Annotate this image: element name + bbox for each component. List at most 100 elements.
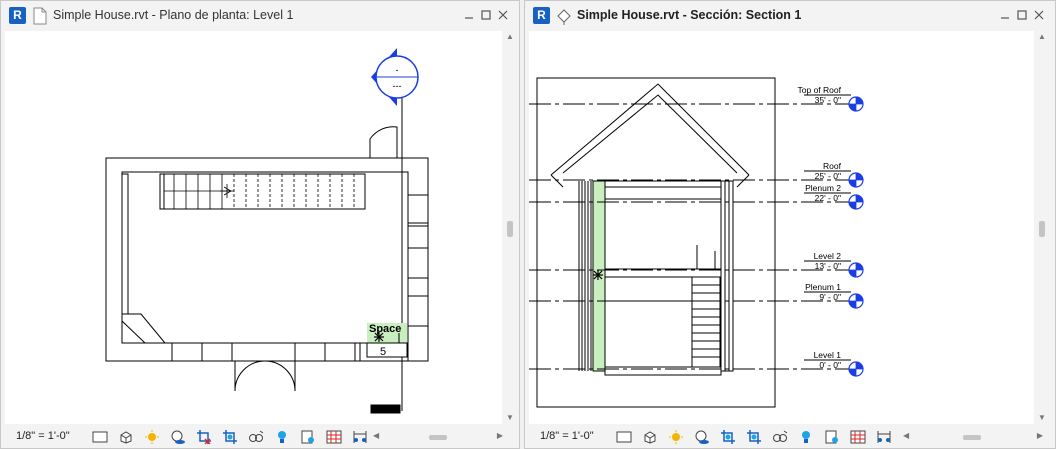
minimize-button[interactable] <box>996 7 1013 23</box>
show-crop-icon[interactable] <box>741 429 767 445</box>
section-view-icon <box>557 9 571 25</box>
section-drawing[interactable]: Top of Roof35' - 0" Roof25' - 0" Plenum 22… <box>529 31 1034 424</box>
crop-view-icon[interactable] <box>191 429 217 445</box>
scroll-right-icon[interactable]: ▶ <box>1037 431 1043 440</box>
level-elevation: 0' - 0" <box>819 360 841 370</box>
level-name: Level 2 <box>814 251 842 261</box>
level-head-quadrant <box>856 362 863 369</box>
level-head-quadrant <box>856 263 863 270</box>
window-title: Simple House.rvt - Plano de planta: Leve… <box>53 8 294 22</box>
close-button[interactable] <box>494 7 511 23</box>
sun-path-icon[interactable] <box>139 429 165 445</box>
floor-plan-window[interactable]: R Simple House.rvt - Plano de planta: Le… <box>0 0 520 449</box>
space-tag-label: Space <box>369 323 401 335</box>
maximize-button[interactable] <box>477 7 494 23</box>
section-stair <box>691 245 721 368</box>
vertical-scrollbar[interactable]: ▲ ▼ <box>1035 31 1049 424</box>
floor-plan-view-icon <box>33 7 47 25</box>
view-control-bar: 1/8" = 1'-0" ◀ ▶ <box>525 426 1055 448</box>
revit-logo-icon[interactable]: R <box>533 7 550 24</box>
level-name: Roof <box>823 161 842 171</box>
temporary-hide-icon[interactable] <box>767 429 793 445</box>
worksharing-icon[interactable] <box>845 429 871 445</box>
scroll-up-icon[interactable]: ▲ <box>506 33 514 41</box>
scroll-right-icon[interactable]: ▶ <box>497 431 503 440</box>
view-scale-button[interactable]: 1/8" = 1'-0" <box>540 430 594 442</box>
visual-style-icon[interactable] <box>113 429 139 445</box>
analytical-model-icon[interactable] <box>871 429 897 445</box>
level-head-quadrant <box>856 173 863 180</box>
show-crop-icon[interactable] <box>217 429 243 445</box>
level-elevation: 9' - 0" <box>819 292 841 302</box>
elevation-marker[interactable]: - --- <box>371 48 419 106</box>
window-title: Simple House.rvt - Sección: Section 1 <box>577 8 802 22</box>
maximize-icon <box>480 10 491 20</box>
temporary-hide-icon[interactable] <box>243 429 269 445</box>
horizontal-scroll-thumb[interactable] <box>429 435 447 440</box>
horizontal-scroll-thumb[interactable] <box>963 435 981 440</box>
space-tag-number: 5 <box>380 346 386 358</box>
level-head-quadrant <box>856 294 863 301</box>
worksharing-icon[interactable] <box>321 429 347 445</box>
reveal-hidden-icon[interactable] <box>793 429 819 445</box>
shadows-icon[interactable] <box>689 429 715 445</box>
level-head-quadrant <box>849 270 856 277</box>
sun-path-icon[interactable] <box>663 429 689 445</box>
scroll-up-icon[interactable]: ▲ <box>1038 33 1046 41</box>
scroll-down-icon[interactable]: ▼ <box>506 414 514 422</box>
minimize-button[interactable] <box>460 7 477 23</box>
vertical-scrollbar[interactable]: ▲ ▼ <box>503 31 517 424</box>
level-head-quadrant <box>856 195 863 202</box>
section-canvas[interactable]: Top of Roof 35' - 0" Roof 25' - 0" Plenum 22… <box>529 31 1034 424</box>
level-elevation: 22' - 0" <box>815 193 841 203</box>
level-1-floor <box>604 366 722 376</box>
revit-logo-icon[interactable]: R <box>9 7 26 24</box>
floor-plan-drawing[interactable]: Space 5 - --- <box>5 31 502 424</box>
visual-style-icon[interactable] <box>637 429 663 445</box>
detail-level-icon[interactable] <box>87 429 113 445</box>
analytical-model-icon[interactable] <box>347 429 373 445</box>
elevation-marker-top: - <box>396 65 399 75</box>
detail-level-icon[interactable] <box>611 429 637 445</box>
left-wall-lines <box>578 181 592 371</box>
title-bar[interactable]: R Simple House.rvt - Sección: Section 1 <box>525 1 1055 31</box>
crop-view-icon[interactable] <box>715 429 741 445</box>
temporary-properties-icon[interactable] <box>295 429 321 445</box>
view-scale-button[interactable]: 1/8" = 1'-0" <box>16 430 70 442</box>
reveal-hidden-icon[interactable] <box>269 429 295 445</box>
level-name: Level 1 <box>814 350 842 360</box>
scroll-thumb[interactable] <box>1039 221 1045 237</box>
section-window[interactable]: R Simple House.rvt - Sección: Section 1 <box>524 0 1056 449</box>
maximize-icon <box>1016 10 1027 20</box>
roof-outer <box>550 83 750 176</box>
title-bar[interactable]: R Simple House.rvt - Plano de planta: Le… <box>1 1 519 31</box>
scroll-left-icon[interactable]: ◀ <box>373 431 379 440</box>
shadows-icon[interactable] <box>165 429 191 445</box>
floor-plan-canvas[interactable]: Space 5 - --- <box>5 31 502 424</box>
section-tag-marker <box>593 270 603 280</box>
level-head-quadrant <box>856 97 863 104</box>
level-name: Top of Roof <box>798 85 842 95</box>
close-button[interactable] <box>1030 7 1047 23</box>
level-head-quadrant <box>849 202 856 209</box>
level-elevation: 35' - 0" <box>815 95 841 105</box>
level-line-top-of-roof[interactable]: Top of Roof35' - 0" <box>529 85 864 112</box>
maximize-button[interactable] <box>1013 7 1030 23</box>
horizontal-scrollbar[interactable]: ◀ ▶ <box>373 431 503 443</box>
stair-treads <box>164 174 355 209</box>
level-elevation: 25' - 0" <box>815 171 841 181</box>
right-windows <box>407 194 429 327</box>
elevation-marker-bottom: --- <box>393 81 402 91</box>
minimize-icon <box>464 17 473 19</box>
temporary-properties-icon[interactable] <box>819 429 845 445</box>
close-icon <box>498 10 507 20</box>
right-wall <box>720 180 734 372</box>
horizontal-scrollbar[interactable]: ◀ ▶ <box>903 431 1043 443</box>
scroll-down-icon[interactable]: ▼ <box>1038 414 1046 422</box>
roof-inner <box>562 94 738 174</box>
level-name: Plenum 2 <box>805 183 841 193</box>
scroll-thumb[interactable] <box>507 221 513 237</box>
level-head-quadrant <box>849 104 856 111</box>
scroll-left-icon[interactable]: ◀ <box>903 431 909 440</box>
plenum-2-floor <box>604 180 722 188</box>
